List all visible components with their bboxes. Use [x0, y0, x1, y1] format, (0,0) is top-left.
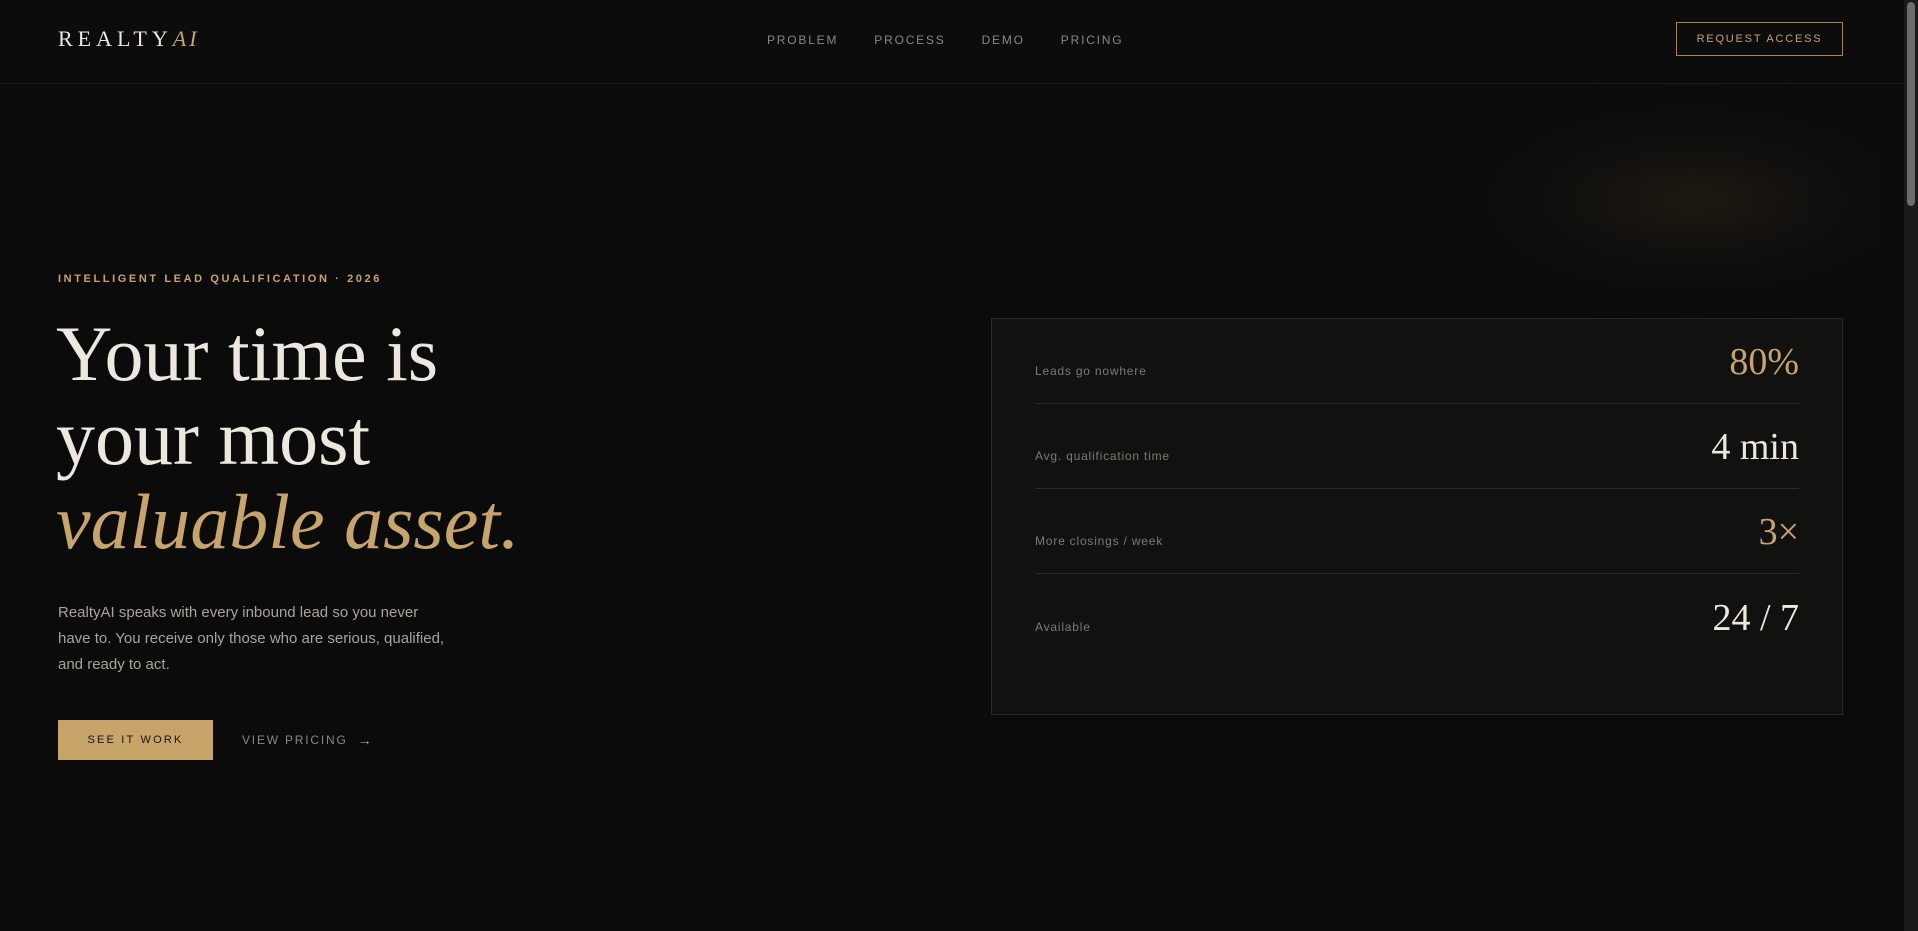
- arrow-right-icon: →: [357, 732, 374, 748]
- hero-eyebrow: INTELLIGENT LEAD QUALIFICATION · 2026: [58, 273, 382, 285]
- headline-line-3: valuable asset.: [56, 478, 520, 565]
- headline-line-1: Your time is: [56, 310, 439, 397]
- stat-row: Available 24 / 7: [1035, 574, 1799, 659]
- stat-label: Avg. qualification time: [1035, 449, 1170, 463]
- stat-row: Avg. qualification time 4 min: [1035, 404, 1799, 489]
- logo-main: REALTY: [58, 26, 173, 51]
- nav-links: PROBLEM PROCESS DEMO PRICING: [767, 33, 1123, 47]
- see-it-work-button[interactable]: SEE IT WORK: [58, 720, 213, 760]
- stat-value: 4 min: [1711, 426, 1799, 468]
- scrollbar[interactable]: [1904, 0, 1918, 931]
- stats-card: Leads go nowhere 80% Avg. qualification …: [991, 318, 1843, 715]
- logo-accent: AI: [172, 26, 200, 51]
- stat-label: More closings / week: [1035, 534, 1164, 548]
- nav-link-demo[interactable]: DEMO: [982, 33, 1025, 47]
- stat-row: Leads go nowhere 80%: [1035, 319, 1799, 404]
- nav-link-pricing[interactable]: PRICING: [1061, 33, 1124, 47]
- stat-value: 24 / 7: [1712, 597, 1799, 639]
- nav-link-problem[interactable]: PROBLEM: [767, 33, 838, 47]
- nav-link-process[interactable]: PROCESS: [874, 33, 945, 47]
- logo[interactable]: REALTYAI: [58, 26, 200, 52]
- stat-row: More closings / week 3×: [1035, 489, 1799, 574]
- view-pricing-link[interactable]: VIEW PRICING →: [242, 733, 373, 747]
- hero-lede: RealtyAI speaks with every inbound lead …: [58, 604, 445, 673]
- request-access-button[interactable]: REQUEST ACCESS: [1676, 22, 1843, 56]
- headline-line-2: your most: [56, 394, 371, 481]
- hero-headline: Your time is your most valuable asset.: [56, 312, 520, 564]
- stat-label: Available: [1035, 620, 1091, 634]
- landing-page: REALTYAI PROBLEM PROCESS DEMO PRICING RE…: [0, 0, 1918, 931]
- hero-cta-row: SEE IT WORK VIEW PRICING →: [58, 720, 373, 760]
- scrollbar-thumb[interactable]: [1907, 2, 1915, 206]
- stat-value: 3×: [1758, 511, 1799, 553]
- background-glow: [1418, 80, 1878, 320]
- stat-label: Leads go nowhere: [1035, 364, 1147, 378]
- stat-value: 80%: [1729, 341, 1799, 383]
- view-pricing-label: VIEW PRICING: [242, 733, 348, 747]
- top-nav: REALTYAI PROBLEM PROCESS DEMO PRICING RE…: [0, 0, 1904, 84]
